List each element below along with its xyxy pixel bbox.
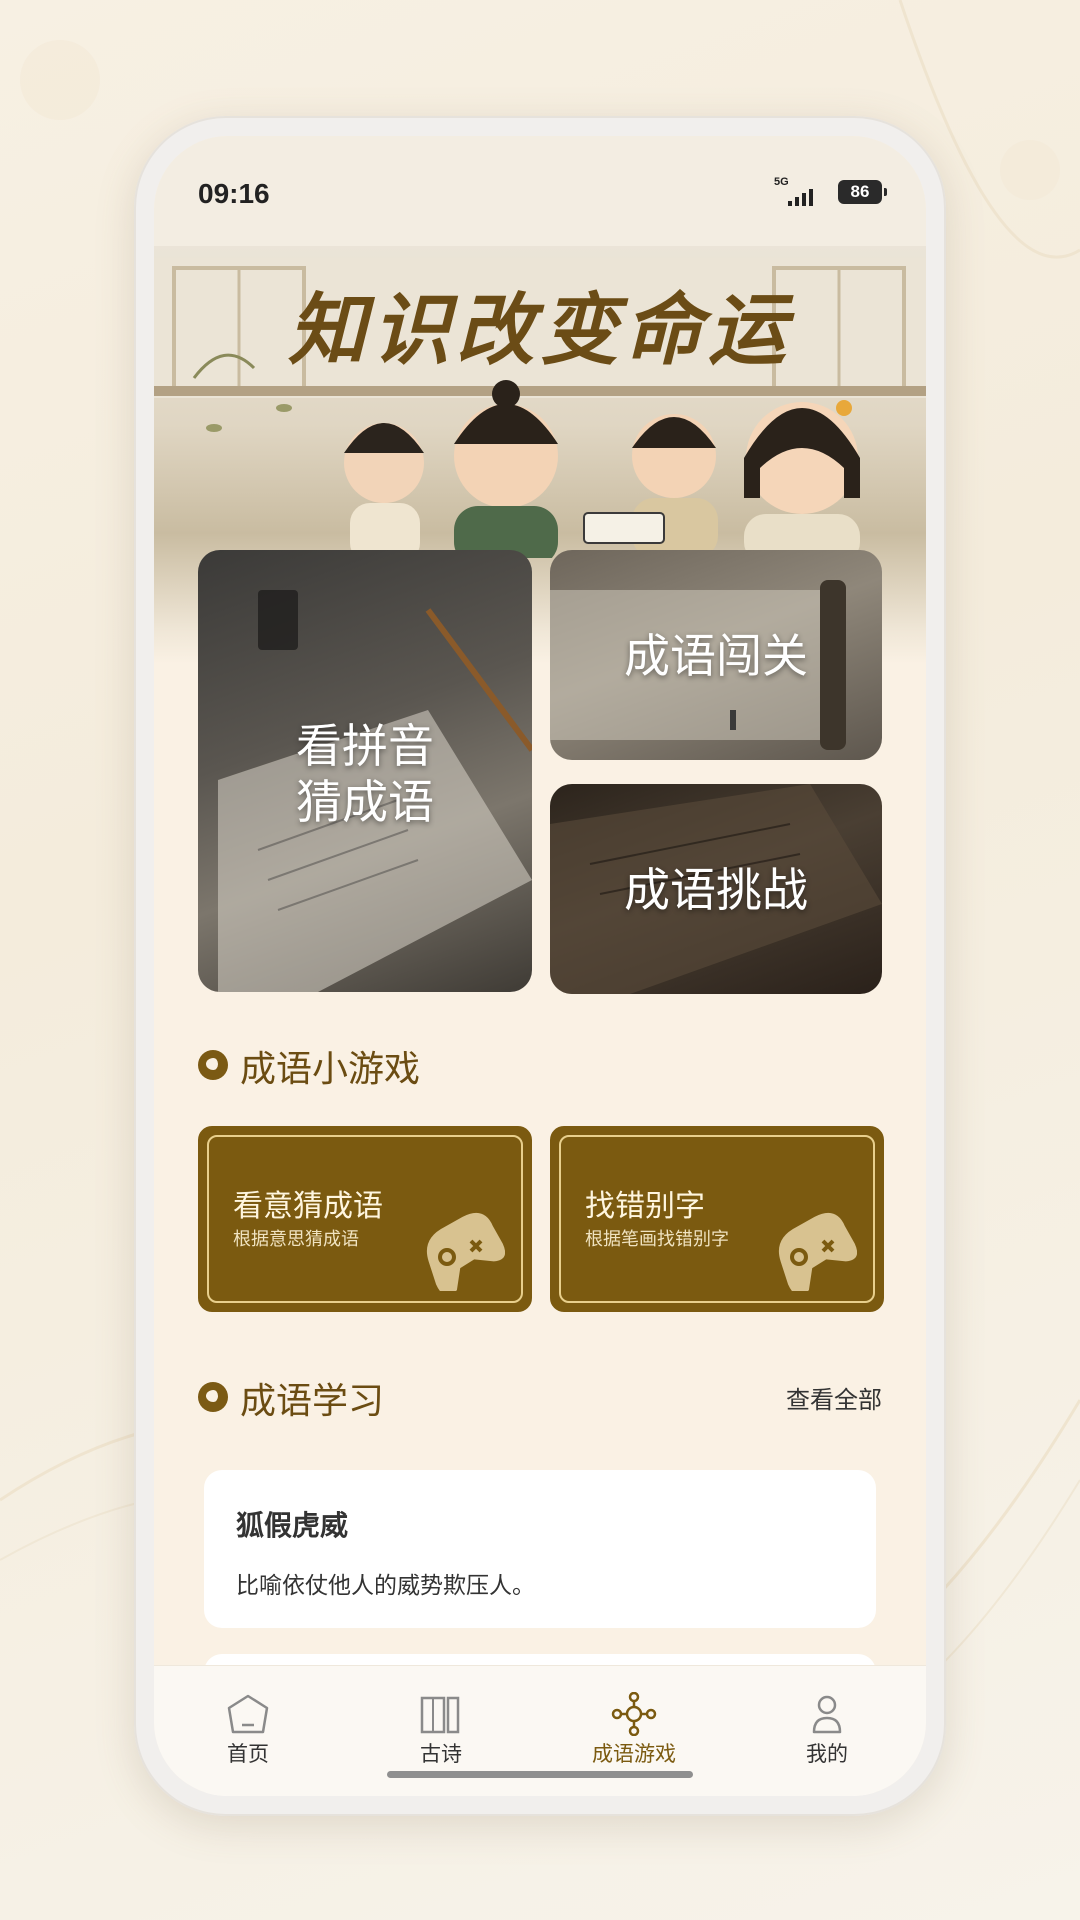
game-subtitle: 根据意思猜成语 <box>233 1229 359 1250</box>
card-title-line2: 猜成语 <box>296 775 434 829</box>
game-subtitle: 根据笔画找错别字 <box>585 1229 729 1250</box>
app-screen: 09:16 5G 86 知识改变命运 看拼音 猜成语 成语闯关 成语挑战 成语小… <box>154 136 926 1796</box>
meaning-guess-game-card[interactable]: 看意猜成语 根据意思猜成语 <box>198 1126 532 1312</box>
tab-home[interactable]: 首页 <box>188 1692 308 1772</box>
bottom-tab-bar: 首页 古诗 成语游戏 我的 <box>154 1665 926 1796</box>
section-title: 成语小游戏 <box>240 1049 421 1090</box>
book-icon <box>420 1696 460 1734</box>
tab-poems[interactable]: 古诗 <box>381 1692 501 1772</box>
banner-slogan: 知识改变命运 <box>287 285 792 376</box>
idiom-challenge-card[interactable]: 成语挑战 <box>550 784 882 994</box>
game-node-icon <box>611 1692 657 1736</box>
view-all-link[interactable]: 查看全部 <box>786 1380 882 1415</box>
tab-label: 古诗 <box>420 1742 462 1766</box>
card-title: 看拼音 猜成语 <box>198 718 532 830</box>
pinyin-guess-card[interactable]: 看拼音 猜成语 <box>198 550 532 992</box>
signal-icon: 5G <box>774 176 820 210</box>
section-title: 成语学习 <box>240 1381 385 1422</box>
tab-idiom-games[interactable]: 成语游戏 <box>574 1692 694 1772</box>
tab-mine[interactable]: 我的 <box>767 1692 887 1772</box>
feature-cards: 看拼音 猜成语 成语闯关 成语挑战 <box>198 550 882 994</box>
game-title: 看意猜成语 <box>233 1189 383 1224</box>
card-title-line1: 看拼音 <box>296 719 434 773</box>
tab-label: 我的 <box>806 1742 848 1766</box>
gamepad-icon <box>426 1212 505 1291</box>
card-title: 成语挑战 <box>624 863 808 917</box>
idiom-word: 狐假虎威 <box>236 1509 349 1542</box>
card-title: 成语闯关 <box>624 629 808 683</box>
gamepad-icon <box>778 1212 857 1291</box>
tab-label: 成语游戏 <box>592 1742 676 1766</box>
network-type: 5G <box>774 176 789 188</box>
status-time: 09:16 <box>198 178 270 209</box>
cloud-swirl-icon <box>198 1050 228 1080</box>
typo-find-game-card[interactable]: 找错别字 根据笔画找错别字 <box>550 1126 884 1312</box>
battery-icon: 86 <box>838 180 887 204</box>
level-challenge-card[interactable]: 成语闯关 <box>550 550 882 760</box>
status-bar: 09:16 5G 86 <box>154 136 926 246</box>
idiom-study-card[interactable]: 狐假虎威 比喻依仗他人的威势欺压人。 <box>204 1470 876 1628</box>
cloud-swirl-icon <box>198 1382 228 1412</box>
home-indicator[interactable] <box>387 1771 693 1778</box>
game-title: 找错别字 <box>585 1189 705 1224</box>
phone-frame: 09:16 5G 86 知识改变命运 看拼音 猜成语 成语闯关 成语挑战 成语小… <box>134 116 946 1816</box>
idiom-meaning: 比喻依仗他人的威势欺压人。 <box>236 1573 535 1599</box>
games-section-header: 成语小游戏 <box>198 1040 882 1090</box>
study-section-header: 成语学习 查看全部 <box>198 1372 882 1422</box>
tab-label: 首页 <box>227 1742 269 1766</box>
user-icon <box>812 1695 842 1734</box>
home-icon <box>227 1694 269 1734</box>
